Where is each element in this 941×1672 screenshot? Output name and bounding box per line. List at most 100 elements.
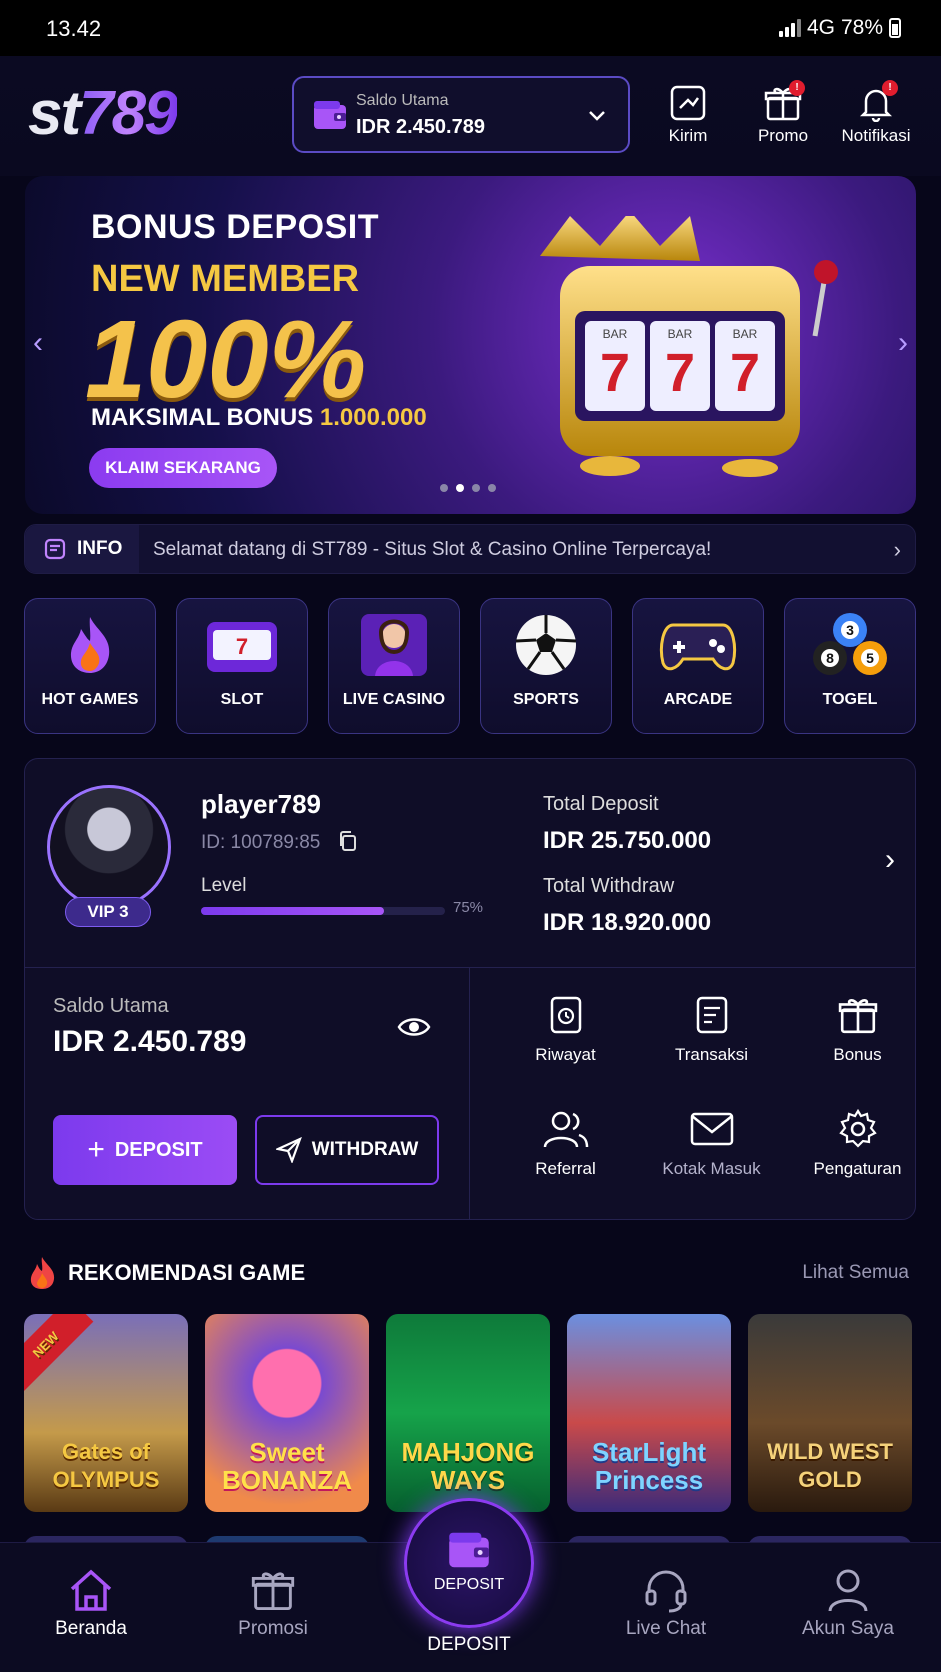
banner-next-arrow[interactable]: › bbox=[898, 326, 908, 360]
game-title: MAHJONG WAYS bbox=[401, 1437, 535, 1495]
game-title: StarLight Princess bbox=[591, 1437, 707, 1495]
category-arcade[interactable]: ARCADE bbox=[632, 598, 764, 734]
chevron-right-icon[interactable]: › bbox=[894, 537, 901, 563]
svg-text:BAR: BAR bbox=[733, 327, 758, 341]
game-title: WILD WEST GOLD bbox=[767, 1439, 893, 1492]
history-icon bbox=[550, 996, 581, 1034]
quick-action-referral[interactable]: Referral bbox=[493, 1099, 638, 1199]
deposit-button[interactable]: + DEPOSIT bbox=[53, 1115, 237, 1185]
nav-promotions[interactable]: Promosi bbox=[208, 1562, 338, 1640]
fire-icon bbox=[70, 617, 110, 673]
promo-label: Promo bbox=[757, 126, 809, 145]
notification-button[interactable]: ! Notifikasi bbox=[836, 80, 916, 146]
send-icon bbox=[670, 85, 706, 121]
wallet-selector[interactable]: Saldo Utama IDR 2.450.789 bbox=[292, 76, 630, 153]
game-card[interactable]: Sweet BONANZA bbox=[205, 1314, 369, 1512]
category-live-casino[interactable]: LIVE CASINO bbox=[328, 598, 460, 734]
game-card[interactable]: StarLight Princess bbox=[567, 1314, 731, 1512]
send-label: Kirim bbox=[668, 126, 708, 145]
status-time: 13.42 bbox=[46, 16, 102, 41]
category-slot[interactable]: 7 SLOT bbox=[176, 598, 308, 734]
category-sports[interactable]: SPORTS bbox=[480, 598, 612, 734]
nav-label: Akun Saya bbox=[802, 1618, 894, 1639]
copy-icon[interactable] bbox=[338, 831, 358, 851]
soccer-ball-icon bbox=[515, 615, 577, 675]
game-card[interactable]: MAHJONG WAYS bbox=[386, 1314, 550, 1512]
svg-text:BAR: BAR bbox=[603, 327, 628, 341]
info-tag: INFO bbox=[25, 525, 139, 573]
quick-action-bonus[interactable]: Bonus bbox=[785, 985, 930, 1085]
banner-prev-arrow[interactable]: ‹ bbox=[33, 326, 43, 360]
slot-reel: BAR 7 bbox=[585, 321, 645, 411]
banner-line1: BONUS DEPOSIT bbox=[91, 208, 379, 246]
total-withdraw-label: Total Withdraw bbox=[543, 875, 675, 897]
promo-banner[interactable]: BONUS DEPOSIT NEW MEMBER 100% MAKSIMAL B… bbox=[25, 176, 916, 514]
logo[interactable]: st789 bbox=[28, 78, 179, 149]
total-deposit-value: IDR 25.750.000 bbox=[543, 827, 712, 854]
headset-icon bbox=[645, 1570, 687, 1613]
balance-label: Saldo Utama bbox=[53, 995, 169, 1017]
quick-action-settings[interactable]: Pengaturan bbox=[785, 1099, 930, 1199]
status-right: 4G 78% bbox=[778, 16, 901, 40]
eye-icon[interactable] bbox=[397, 1015, 431, 1039]
slot-machine-illustration: BAR 7 BAR 7 BAR 7 bbox=[540, 216, 838, 477]
slot-reel: BAR 7 bbox=[650, 321, 710, 411]
chevron-right-icon[interactable]: › bbox=[885, 843, 895, 877]
game-card[interactable]: NEW Gates of OLYMPUS bbox=[24, 1314, 188, 1512]
balance-value: IDR 2.450.789 bbox=[53, 1025, 247, 1058]
quick-action-inbox[interactable]: Kotak Masuk bbox=[639, 1099, 784, 1199]
level-percent: 75% bbox=[453, 899, 484, 916]
fab-inner-label: DEPOSIT bbox=[433, 1576, 505, 1593]
quick-action-label: Kotak Masuk bbox=[662, 1159, 761, 1178]
nav-label: Promosi bbox=[238, 1618, 308, 1639]
quick-action-label: Riwayat bbox=[535, 1045, 596, 1064]
user-id: ID: 100789:85 bbox=[201, 831, 358, 854]
send-button[interactable]: Kirim bbox=[648, 80, 728, 146]
svg-text:5: 5 bbox=[866, 650, 874, 666]
level-progress-bar bbox=[201, 907, 445, 915]
category-label: ARCADE bbox=[663, 691, 733, 708]
notification-label: Notifikasi bbox=[841, 126, 911, 145]
quick-action-transaction[interactable]: Transaksi bbox=[639, 985, 784, 1085]
home-icon bbox=[70, 1569, 112, 1611]
avatar[interactable] bbox=[47, 785, 171, 909]
deposit-fab[interactable]: DEPOSIT bbox=[404, 1498, 534, 1628]
withdraw-button[interactable]: WITHDRAW bbox=[255, 1115, 439, 1185]
info-ticker[interactable]: INFO Selamat datang di ST789 - Situs Slo… bbox=[24, 524, 916, 574]
category-togel[interactable]: 3 8 5 TOGEL bbox=[784, 598, 916, 734]
slot-machine-icon: 7 bbox=[207, 622, 277, 672]
nav-live-chat[interactable]: Live Chat bbox=[601, 1562, 731, 1640]
category-label: HOT GAMES bbox=[41, 691, 139, 708]
username: player789 bbox=[201, 789, 321, 819]
quick-action-label: Pengaturan bbox=[813, 1159, 902, 1178]
nav-home[interactable]: Beranda bbox=[26, 1562, 156, 1640]
users-icon bbox=[543, 1111, 588, 1148]
game-card[interactable]: WILD WEST GOLD bbox=[748, 1314, 912, 1512]
category-label: SPORTS bbox=[513, 691, 579, 708]
category-hot-games[interactable]: HOT GAMES bbox=[24, 598, 156, 734]
signal-icon bbox=[778, 19, 801, 37]
quick-action-history[interactable]: Riwayat bbox=[493, 985, 638, 1085]
claim-button[interactable]: KLAIM SEKARANG bbox=[89, 448, 277, 488]
mail-icon bbox=[690, 1112, 733, 1146]
see-all-link[interactable]: Lihat Semua bbox=[802, 1262, 909, 1284]
account-card: VIP 3 player789 ID: 100789:85 Level 75% … bbox=[24, 758, 916, 1220]
category-label: LIVE CASINO bbox=[342, 691, 446, 708]
nav-account[interactable]: Akun Saya bbox=[783, 1562, 913, 1640]
battery-icon bbox=[889, 18, 901, 38]
promo-badge: ! bbox=[789, 80, 805, 96]
info-icon bbox=[44, 538, 66, 560]
status-bar: 13.42 4G 78% bbox=[0, 0, 941, 56]
svg-text:7: 7 bbox=[665, 343, 695, 403]
fire-icon bbox=[30, 1257, 55, 1289]
svg-text:7: 7 bbox=[236, 634, 248, 659]
chevron-down-icon bbox=[589, 111, 605, 121]
dealer-icon bbox=[361, 614, 427, 676]
banner-pagination[interactable] bbox=[440, 484, 496, 492]
wallet-icon bbox=[314, 101, 346, 129]
promo-button[interactable]: ! Promo bbox=[743, 80, 823, 146]
game-title: Sweet BONANZA bbox=[222, 1437, 352, 1495]
divider bbox=[25, 967, 915, 968]
plus-icon: + bbox=[87, 1133, 105, 1166]
svg-text:BAR: BAR bbox=[668, 327, 693, 341]
